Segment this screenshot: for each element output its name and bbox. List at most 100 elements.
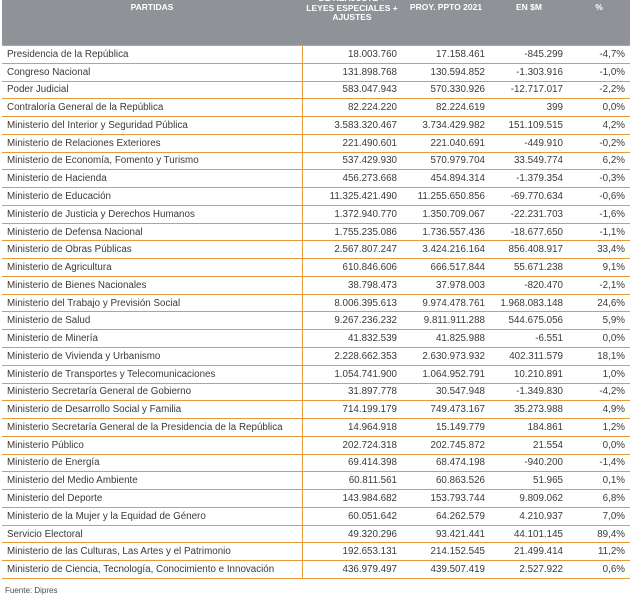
partida-cell: Ministerio de Salud — [2, 311, 303, 331]
diff-amount-cell: 402.311.579 — [490, 347, 568, 366]
partida-cell: Ministerio de Justicia y Derechos Humano… — [2, 205, 303, 224]
diff-percent-cell: 1,2% — [568, 418, 630, 437]
reajuste-cell: 537.429.930 — [302, 152, 402, 171]
proy-ppto-cell: 1.350.709.067 — [402, 205, 490, 224]
proy-ppto-cell: 570.330.926 — [402, 81, 490, 100]
diff-amount-cell: 856.408.917 — [490, 240, 568, 260]
diff-percent-cell: -1,6% — [568, 205, 630, 224]
proy-ppto-cell: 9.974.478.761 — [402, 294, 490, 313]
table-row: Ministerio de Vivienda y Urbanismo 2.228.… — [2, 347, 630, 366]
partida-cell: Ministerio de Transportes y Telecomunica… — [2, 365, 303, 384]
proy-ppto-cell: 37.978.003 — [402, 276, 490, 295]
proy-ppto-cell: 1.736.557.436 — [402, 223, 490, 242]
proy-ppto-cell: 60.863.526 — [402, 471, 490, 491]
header-proy-ppto-2021: PROY. PPTO 2021 — [402, 0, 490, 46]
reajuste-cell: 583.047.943 — [302, 81, 402, 100]
diff-percent-cell: 4,9% — [568, 400, 630, 420]
diff-percent-cell: 9,1% — [568, 258, 630, 277]
reajuste-cell: 2.228.662.353 — [302, 347, 402, 366]
diff-percent-cell: 0,0% — [568, 98, 630, 118]
diff-amount-cell: 21.554 — [490, 436, 568, 455]
proy-ppto-cell: 221.040.691 — [402, 134, 490, 153]
proy-ppto-cell: 570.979.704 — [402, 152, 490, 171]
table-row: Ministerio de Bienes Nacionales 38.798.47… — [2, 276, 630, 295]
reajuste-cell: 1.054.741.900 — [302, 365, 402, 384]
partida-cell: Ministerio de las Culturas, Las Artes y … — [2, 542, 303, 562]
diff-amount-cell: -1.349.830 — [490, 383, 568, 402]
reajuste-cell: 131.898.768 — [302, 63, 402, 82]
reajuste-cell: 14.964.918 — [302, 418, 402, 437]
reajuste-cell: 31.897.778 — [302, 383, 402, 402]
table-row: Ministerio del Medio Ambiente 60.811.561 6… — [2, 471, 630, 491]
proy-ppto-cell: 17.158.461 — [402, 45, 490, 64]
partida-cell: Ministerio de Defensa Nacional — [2, 223, 303, 242]
budget-table: PARTIDAS DE REAJUSTE + LEYES ESPECIALES … — [2, 0, 630, 579]
table-row: Ministerio del Trabajo y Previsión Socia… — [2, 294, 630, 313]
reajuste-cell: 69.414.398 — [302, 454, 402, 473]
table-row: Ministerio de Obras Públicas 2.567.807.24… — [2, 240, 630, 260]
partida-cell: Ministerio Público — [2, 436, 303, 455]
partida-cell: Ministerio de Economía, Fomento y Turism… — [2, 152, 303, 171]
partida-cell: Ministerio del Medio Ambiente — [2, 471, 303, 491]
diff-amount-cell: -18.677.650 — [490, 223, 568, 242]
diff-amount-cell: 9.809.062 — [490, 489, 568, 508]
proy-ppto-cell: 454.894.314 — [402, 169, 490, 189]
diff-percent-cell: -1,1% — [568, 223, 630, 242]
diff-percent-cell: 6,2% — [568, 152, 630, 171]
diff-percent-cell: 0,0% — [568, 329, 630, 349]
diff-percent-cell: -0,6% — [568, 187, 630, 206]
proy-ppto-cell: 1.064.952.791 — [402, 365, 490, 384]
diff-percent-cell: -2,2% — [568, 81, 630, 100]
diff-percent-cell: -1,0% — [568, 63, 630, 82]
diff-amount-cell: -22.231.703 — [490, 205, 568, 224]
diff-percent-cell: -0,3% — [568, 169, 630, 189]
partida-cell: Presidencia de la República — [2, 45, 303, 64]
diff-amount-cell: 544.675.056 — [490, 311, 568, 331]
table-row: Ministerio de Energía 69.414.398 68.474.19… — [2, 454, 630, 473]
table-row: Ministerio de la Mujer y la Equidad de G… — [2, 507, 630, 526]
diff-amount-cell: 4.210.937 — [490, 507, 568, 526]
diff-percent-cell: -0,2% — [568, 134, 630, 153]
diff-amount-cell: 35.273.988 — [490, 400, 568, 420]
reajuste-cell: 11.325.421.490 — [302, 187, 402, 206]
proy-ppto-cell: 9.811.911.288 — [402, 311, 490, 331]
header-percent: % — [568, 0, 630, 46]
table-row: Ministerio de las Culturas, Las Artes y … — [2, 542, 630, 562]
proy-ppto-cell: 68.474.198 — [402, 454, 490, 473]
proy-ppto-cell: 749.473.167 — [402, 400, 490, 420]
table-row: Ministerio de Relaciones Exteriores 221.4… — [2, 134, 630, 153]
reajuste-cell: 41.832.539 — [302, 329, 402, 349]
reajuste-cell: 202.724.318 — [302, 436, 402, 455]
proy-ppto-cell: 41.825.988 — [402, 329, 490, 349]
table-row: Ministerio de Transportes y Telecomunica… — [2, 365, 630, 384]
partida-cell: Ministerio de la Mujer y la Equidad de G… — [2, 507, 303, 526]
table-row: Ministerio de Desarrollo Social y Famili… — [2, 400, 630, 420]
diff-amount-cell: 55.671.238 — [490, 258, 568, 277]
partida-cell: Ministerio de Bienes Nacionales — [2, 276, 303, 295]
partida-cell: Poder Judicial — [2, 81, 303, 100]
proy-ppto-cell: 11.255.650.856 — [402, 187, 490, 206]
partida-cell: Ministerio de Relaciones Exteriores — [2, 134, 303, 153]
reajuste-cell: 49.320.296 — [302, 525, 402, 544]
table-row: Ministerio de Ciencia, Tecnología, Conoc… — [2, 560, 630, 579]
diff-amount-cell: -940.200 — [490, 454, 568, 473]
table-row: Presidencia de la República 18.003.760 17.… — [2, 45, 630, 64]
diff-amount-cell: 44.101.145 — [490, 525, 568, 544]
header-en-m: EN $M — [490, 0, 568, 46]
reajuste-cell: 610.846.606 — [302, 258, 402, 277]
table-row: Servicio Electoral 49.320.296 93.421.441 44… — [2, 525, 630, 544]
diff-amount-cell: -6.551 — [490, 329, 568, 349]
reajuste-cell: 221.490.601 — [302, 134, 402, 153]
diff-amount-cell: 151.109.515 — [490, 116, 568, 135]
diff-amount-cell: -1.303.916 — [490, 63, 568, 82]
proy-ppto-cell: 15.149.779 — [402, 418, 490, 437]
diff-amount-cell: -1.379.354 — [490, 169, 568, 189]
diff-percent-cell: -4,7% — [568, 45, 630, 64]
diff-amount-cell: 33.549.774 — [490, 152, 568, 171]
partida-cell: Ministerio de Agricultura — [2, 258, 303, 277]
proy-ppto-cell: 3.734.429.982 — [402, 116, 490, 135]
table-row: Ministerio de Educación 11.325.421.490 11.… — [2, 187, 630, 206]
table-row: Ministerio de Economía, Fomento y Turism… — [2, 152, 630, 171]
table-row: Ministerio de Justicia y Derechos Humano… — [2, 205, 630, 224]
diff-percent-cell: -2,1% — [568, 276, 630, 295]
